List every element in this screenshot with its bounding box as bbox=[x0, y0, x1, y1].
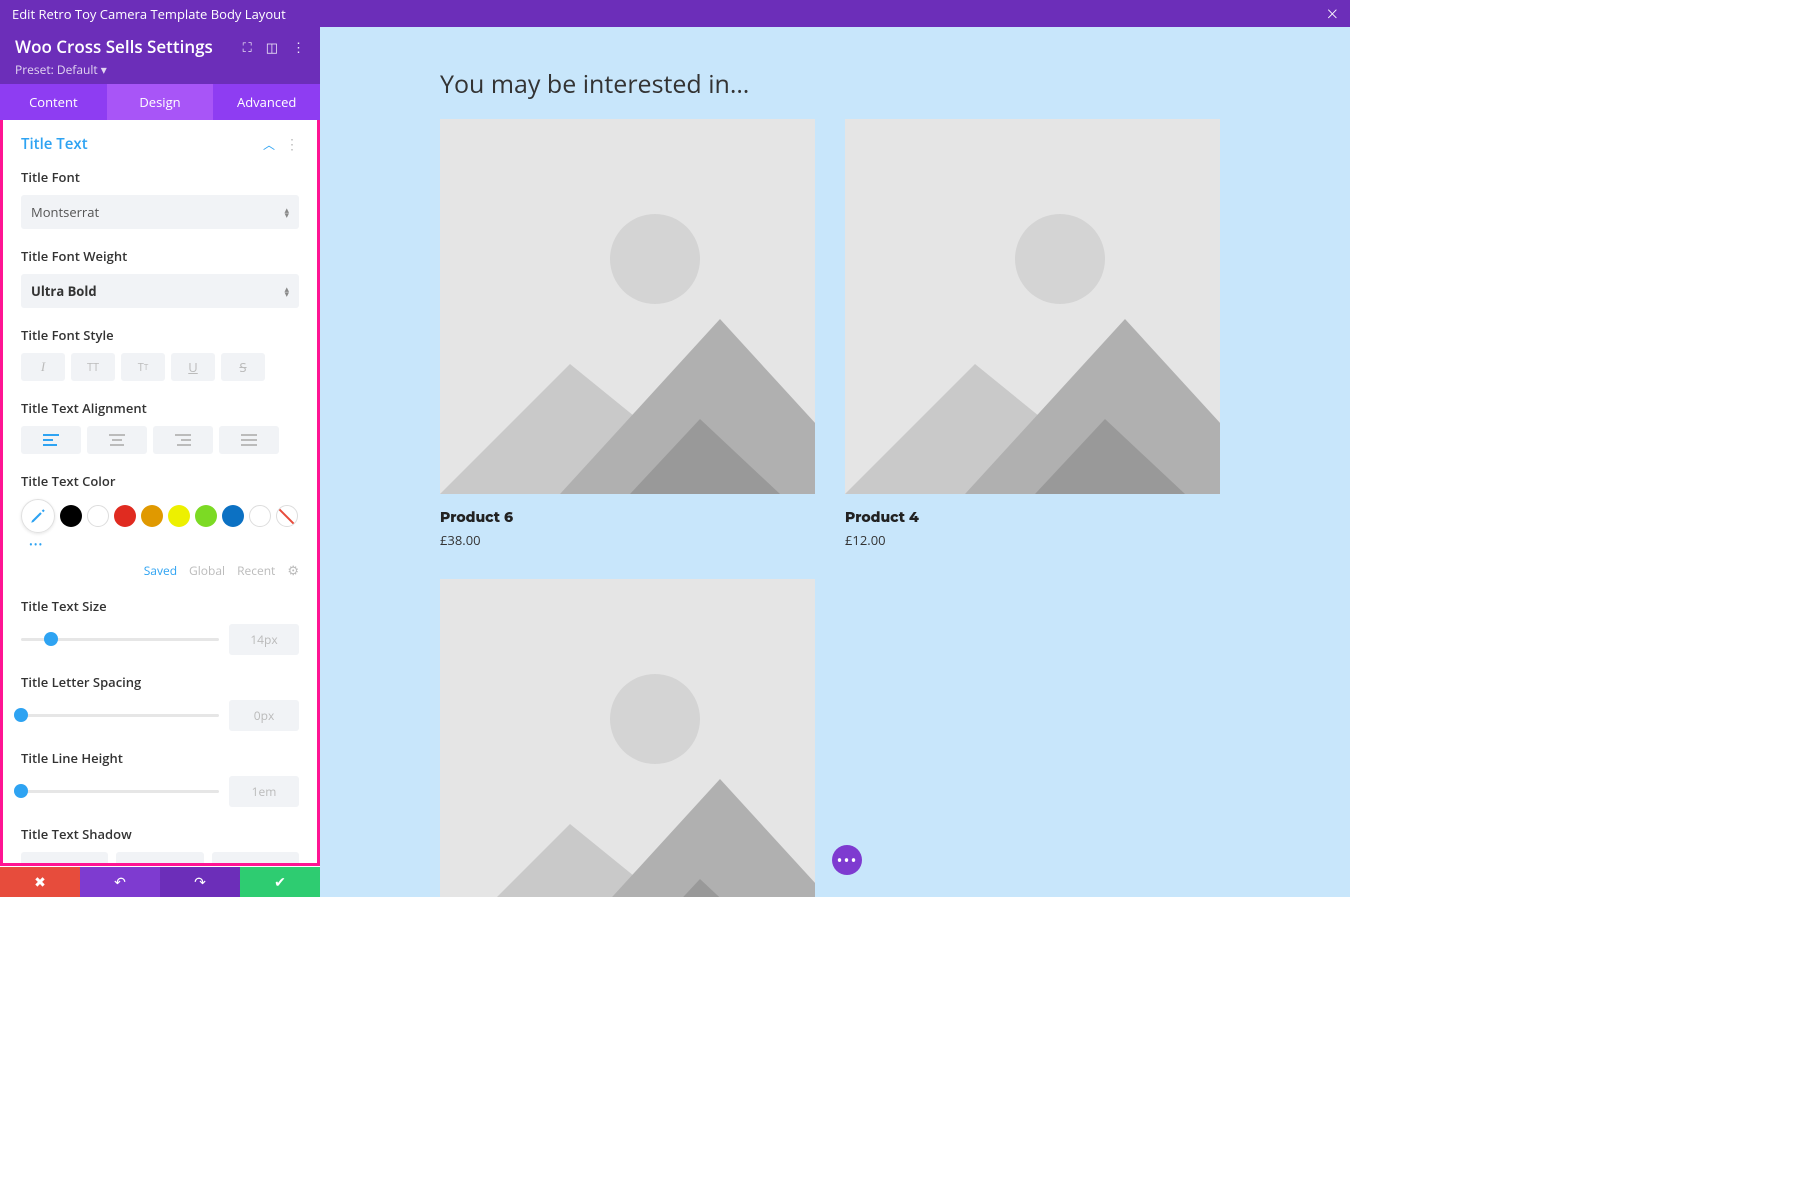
swatch-white[interactable] bbox=[87, 505, 109, 527]
product-title: Product 6 bbox=[440, 508, 815, 526]
italic-button[interactable]: I bbox=[21, 353, 65, 381]
shadow-opt-2[interactable]: aA bbox=[212, 852, 299, 866]
font-label: Title Font bbox=[21, 168, 299, 186]
shadow-none[interactable]: ⊘ bbox=[21, 852, 108, 866]
style-label: Title Font Style bbox=[21, 326, 299, 344]
design-panel: Title Text ︿ ⋮ Title Font Montserrat ▴▾ … bbox=[0, 120, 320, 866]
preview-heading: You may be interested in… bbox=[440, 67, 1230, 101]
color-picker-button[interactable] bbox=[21, 499, 55, 533]
align-left-button[interactable] bbox=[21, 426, 81, 454]
swatch-black[interactable] bbox=[60, 505, 82, 527]
align-right-button[interactable] bbox=[153, 426, 213, 454]
swatch-green[interactable] bbox=[195, 505, 217, 527]
swatch-blue[interactable] bbox=[222, 505, 244, 527]
save-button[interactable]: ✔ bbox=[240, 867, 320, 897]
product-card[interactable]: Product 4 £12.00 bbox=[845, 119, 1220, 549]
product-title: Product 4 bbox=[845, 508, 1220, 526]
font-select[interactable]: Montserrat ▴▾ bbox=[21, 195, 299, 229]
color-settings-icon[interactable]: ⚙ bbox=[287, 561, 299, 579]
undo-button[interactable]: ↶ bbox=[80, 867, 160, 897]
underline-button[interactable]: U bbox=[171, 353, 215, 381]
product-image-placeholder bbox=[440, 579, 815, 897]
product-card[interactable] bbox=[440, 579, 815, 897]
swatch-yellow[interactable] bbox=[168, 505, 190, 527]
swatch-none[interactable] bbox=[276, 505, 298, 527]
tab-advanced[interactable]: Advanced bbox=[213, 84, 320, 120]
caret-icon: ▴▾ bbox=[284, 286, 289, 297]
preview-area: You may be interested in… Product 6 £38.… bbox=[320, 27, 1350, 897]
section-title: Title Text bbox=[21, 134, 88, 154]
close-icon[interactable]: × bbox=[1327, 0, 1338, 27]
shadow-opt-1[interactable]: aA bbox=[116, 852, 203, 866]
chevron-up-icon[interactable]: ︿ bbox=[263, 136, 275, 153]
panel-icon[interactable]: ◫ bbox=[266, 38, 278, 56]
focus-icon[interactable]: ⛶ bbox=[243, 38, 252, 56]
uppercase-button[interactable]: TT bbox=[71, 353, 115, 381]
product-price: £38.00 bbox=[440, 531, 815, 549]
align-center-button[interactable] bbox=[87, 426, 147, 454]
letter-label: Title Letter Spacing bbox=[21, 673, 299, 691]
preset-selector[interactable]: Preset: Default ▾ bbox=[15, 61, 305, 78]
align-label: Title Text Alignment bbox=[21, 399, 299, 417]
tabs: Content Design Advanced bbox=[0, 84, 320, 120]
redo-button[interactable]: ↷ bbox=[160, 867, 240, 897]
size-value[interactable]: 14px bbox=[229, 624, 299, 655]
tab-content[interactable]: Content bbox=[0, 84, 107, 120]
product-image-placeholder bbox=[845, 119, 1220, 494]
fab-button[interactable]: ••• bbox=[832, 845, 862, 875]
line-value[interactable]: 1em bbox=[229, 776, 299, 807]
settings-header: Woo Cross Sells Settings ⛶ ◫ ⋮ Preset: D… bbox=[0, 27, 320, 84]
size-slider[interactable] bbox=[21, 638, 219, 641]
letter-slider[interactable] bbox=[21, 714, 219, 717]
color-label: Title Text Color bbox=[21, 472, 299, 490]
colortab-recent[interactable]: Recent bbox=[237, 562, 275, 579]
size-label: Title Text Size bbox=[21, 597, 299, 615]
line-slider[interactable] bbox=[21, 790, 219, 793]
product-image-placeholder bbox=[440, 119, 815, 494]
colortab-saved[interactable]: Saved bbox=[144, 562, 177, 579]
footer-bar: ✖ ↶ ↷ ✔ bbox=[0, 867, 320, 897]
swatch-orange[interactable] bbox=[141, 505, 163, 527]
section-more-icon[interactable]: ⋮ bbox=[285, 135, 299, 154]
top-bar: Edit Retro Toy Camera Template Body Layo… bbox=[0, 0, 1350, 27]
letter-value[interactable]: 0px bbox=[229, 700, 299, 731]
product-card[interactable]: Product 6 £38.00 bbox=[440, 119, 815, 549]
tab-design[interactable]: Design bbox=[107, 84, 214, 120]
page-title: Edit Retro Toy Camera Template Body Layo… bbox=[12, 5, 286, 23]
shadow-label: Title Text Shadow bbox=[21, 825, 299, 843]
align-justify-button[interactable] bbox=[219, 426, 279, 454]
swatch-white2[interactable] bbox=[249, 505, 271, 527]
smallcaps-button[interactable]: TT bbox=[121, 353, 165, 381]
caret-icon: ▴▾ bbox=[284, 207, 289, 218]
swatch-red[interactable] bbox=[114, 505, 136, 527]
strikethrough-button[interactable]: S bbox=[221, 353, 265, 381]
product-price: £12.00 bbox=[845, 531, 1220, 549]
section-header[interactable]: Title Text ︿ ⋮ bbox=[3, 120, 317, 168]
weight-select[interactable]: Ultra Bold ▴▾ bbox=[21, 274, 299, 308]
line-label: Title Line Height bbox=[21, 749, 299, 767]
cancel-button[interactable]: ✖ bbox=[0, 867, 80, 897]
colortab-global[interactable]: Global bbox=[189, 562, 225, 579]
more-icon[interactable]: ⋮ bbox=[292, 38, 305, 56]
weight-label: Title Font Weight bbox=[21, 247, 299, 265]
more-colors-icon[interactable]: ••• bbox=[21, 537, 299, 551]
settings-title: Woo Cross Sells Settings bbox=[15, 35, 213, 58]
